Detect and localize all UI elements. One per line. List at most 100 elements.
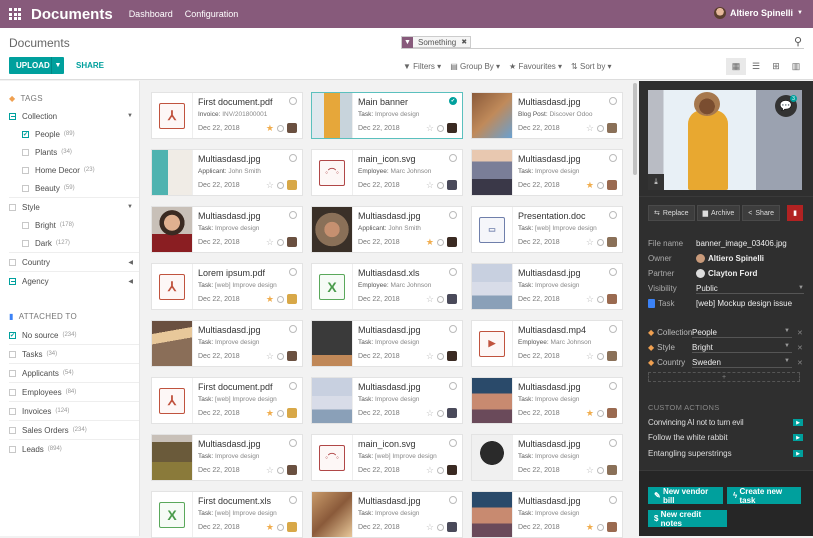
caret-down-icon[interactable]: ▼ [127,113,133,119]
replace-button[interactable]: ⇆ Replace [648,205,695,221]
checkbox[interactable] [9,445,16,453]
document-preview[interactable]: ⤓ 💬 3 [648,90,802,190]
caret-left-icon[interactable]: ◀ [128,278,133,285]
document-card[interactable]: Multiasdasd.jpg Task: Improve design Dec… [471,377,623,424]
menu-configuration[interactable]: Configuration [185,9,239,19]
card-thumbnail[interactable] [312,207,353,252]
checkbox[interactable] [9,388,16,396]
select-checkbox[interactable] [289,496,297,504]
document-card[interactable]: Multiasdasd.jpg Task: Improve design Dec… [151,320,303,367]
select-checkbox[interactable] [289,211,297,219]
star-filled-icon[interactable]: ★ [266,522,274,532]
star-filled-icon[interactable]: ★ [586,408,594,418]
kanban-view-button[interactable]: ▦ [726,58,746,75]
document-card[interactable]: ◦⌒◦ main_icon.svg Employee: Marc Johnson… [311,149,463,196]
tag-beauty[interactable]: Beauty (59) [0,179,139,197]
select-checkbox[interactable] [609,439,617,447]
checkbox[interactable] [22,166,29,174]
menu-dashboard[interactable]: Dashboard [129,9,173,19]
checkbox[interactable] [9,369,16,377]
checkbox[interactable] [22,184,29,192]
star-outline-icon[interactable]: ☆ [266,180,274,190]
checkbox[interactable] [22,148,29,156]
apps-menu-icon[interactable] [9,7,23,21]
clock-icon[interactable] [597,523,604,531]
attached-invoices[interactable]: Invoices (124) [0,402,139,420]
card-thumbnail[interactable] [472,378,513,423]
select-checkbox[interactable] [289,154,297,162]
select-checkbox[interactable] [449,268,457,276]
checkbox[interactable]: ✔ [22,130,29,138]
checkbox[interactable] [9,426,16,434]
document-card[interactable]: Multiasdasd.jpg Task: Improve design Dec… [471,434,623,481]
select-checkbox[interactable] [609,382,617,390]
clock-icon[interactable] [437,238,444,246]
select-checkbox[interactable] [609,97,617,105]
clock-icon[interactable] [437,295,444,303]
star-filled-icon[interactable]: ★ [266,123,274,133]
clock-icon[interactable] [437,181,444,189]
card-thumbnail[interactable]: ▶ [472,321,513,366]
card-thumbnail[interactable] [152,207,193,252]
star-outline-icon[interactable]: ☆ [586,294,594,304]
clock-icon[interactable] [277,352,284,360]
star-outline-icon[interactable]: ☆ [266,351,274,361]
checkbox[interactable] [9,277,16,285]
select-checkbox[interactable] [289,97,297,105]
document-card[interactable]: Multiasdasd.jpg Task: Improve design Dec… [311,320,463,367]
card-thumbnail[interactable]: X [312,264,353,309]
star-outline-icon[interactable]: ☆ [426,408,434,418]
document-card[interactable]: Multiasdasd.jpg Task: Improve design Dec… [471,491,623,538]
select-checkbox[interactable] [289,382,297,390]
tag-dark[interactable]: Dark (127) [0,234,139,252]
checkbox[interactable]: ✔ [9,331,16,339]
share-button[interactable]: SHARE [76,61,104,70]
card-thumbnail[interactable]: X [152,492,193,537]
select-checkbox[interactable] [449,211,457,219]
card-thumbnail[interactable] [152,150,193,195]
attached-leads[interactable]: Leads (894) [0,440,139,458]
search-icon[interactable]: ⚲ [794,35,802,48]
star-outline-icon[interactable]: ☆ [426,123,434,133]
tag-group-collection[interactable]: Collection ▼ [0,107,139,125]
list-view-button[interactable]: ☰ [746,58,766,75]
star-outline-icon[interactable]: ☆ [266,237,274,247]
remove-tag-icon[interactable]: ✕ [797,329,803,337]
tag-value-select[interactable]: People ▼ [692,328,792,338]
checkbox[interactable] [22,221,29,229]
document-card[interactable]: Multiasdasd.jpg Task: Improve design Dec… [151,206,303,253]
clock-icon[interactable] [437,409,444,417]
task-link[interactable]: [web] Mockup design issue [696,299,804,308]
play-icon[interactable]: ▶ [793,434,803,441]
card-thumbnail[interactable]: ⅄ [152,264,193,309]
star-outline-icon[interactable]: ☆ [586,465,594,475]
create-task-button[interactable]: ϟ Create new task [727,487,801,505]
select-checkbox[interactable] [289,439,297,447]
clock-icon[interactable] [437,523,444,531]
caret-down-icon[interactable]: ▼ [127,204,133,210]
archive-button[interactable]: ▆ Archive [696,205,741,221]
card-thumbnail[interactable]: ◦⌒◦ [312,150,353,195]
document-card[interactable]: ⅄ First document.pdf Invoice: INV/201800… [151,92,303,139]
select-checkbox[interactable] [289,268,297,276]
star-filled-icon[interactable]: ★ [586,522,594,532]
star-outline-icon[interactable]: ☆ [426,294,434,304]
document-card[interactable]: ▭ Presentation.doc Task: [web] Improve d… [471,206,623,253]
select-checkbox[interactable] [609,325,617,333]
select-checkbox[interactable] [289,325,297,333]
tag-bright[interactable]: Bright (178) [0,216,139,234]
tag-group-agency[interactable]: Agency ◀ [0,272,139,290]
card-thumbnail[interactable] [472,93,513,138]
groupby-dropdown[interactable]: ▤ Group By ▾ [450,62,500,71]
document-card[interactable]: Multiasdasd.jpg Blog Post: Discover Odoo… [471,92,623,139]
tag-value-select[interactable]: Sweden ▼ [692,358,792,368]
filters-dropdown[interactable]: ▼ Filters ▾ [403,62,441,71]
clock-icon[interactable] [277,466,284,474]
star-filled-icon[interactable]: ★ [266,408,274,418]
card-thumbnail[interactable] [472,492,513,537]
checkbox[interactable] [9,407,16,415]
card-thumbnail[interactable] [312,492,353,537]
card-thumbnail[interactable] [152,321,193,366]
card-thumbnail[interactable]: ◦⌒◦ [312,435,353,480]
star-outline-icon[interactable]: ☆ [586,351,594,361]
